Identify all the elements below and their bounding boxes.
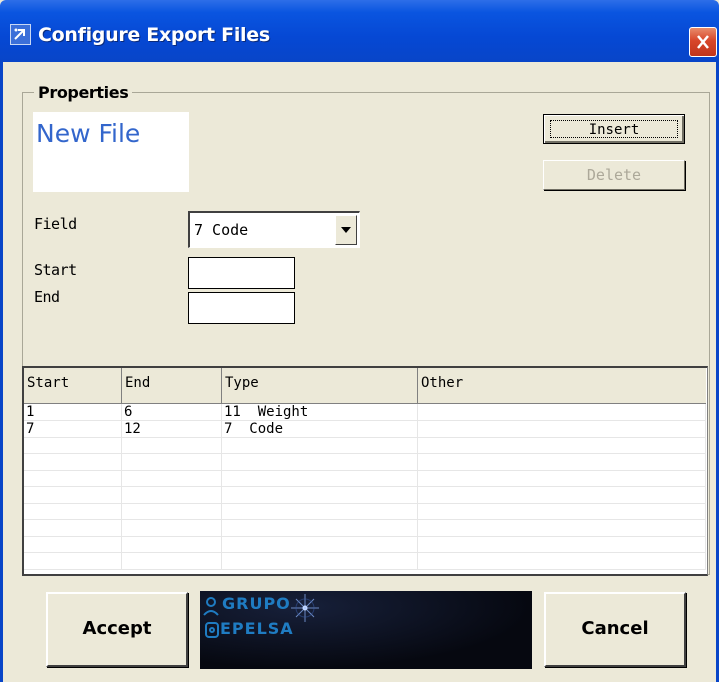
cell-start[interactable]: 1	[24, 404, 122, 420]
table-row[interactable]	[24, 536, 706, 553]
cell-other[interactable]	[418, 437, 706, 453]
field-select-dropdown-button[interactable]	[335, 215, 357, 245]
table-header: Start End Type Other	[24, 368, 708, 404]
cell-other[interactable]	[418, 503, 706, 519]
delete-button[interactable]: Delete	[543, 160, 685, 190]
column-header-type[interactable]: Type	[222, 368, 418, 403]
column-header-other[interactable]: Other	[418, 368, 708, 403]
start-label: Start	[34, 261, 77, 279]
column-header-end[interactable]: End	[122, 368, 222, 403]
end-input[interactable]	[188, 292, 295, 324]
cell-other[interactable]	[418, 519, 706, 536]
cell-other[interactable]	[418, 404, 706, 420]
field-label: Field	[34, 215, 77, 233]
cell-type[interactable]	[222, 503, 418, 519]
cell-other[interactable]	[418, 420, 706, 437]
close-button[interactable]	[689, 27, 717, 57]
table-row[interactable]: 7 12 7 Code	[24, 420, 706, 438]
cell-end[interactable]	[122, 519, 222, 536]
cell-type[interactable]	[222, 486, 418, 503]
cell-type[interactable]	[222, 536, 418, 552]
table-row[interactable]	[24, 519, 706, 537]
accept-button[interactable]: Accept	[46, 592, 188, 667]
field-select-value: 7 Code	[194, 221, 249, 239]
cell-end[interactable]	[122, 536, 222, 552]
insert-button-label: Insert	[588, 122, 640, 138]
grupo-epelsa-logo: GRUPO EPELSA	[200, 591, 532, 669]
cell-end[interactable]	[122, 552, 222, 569]
cell-type[interactable]: 11 Weight	[222, 404, 418, 420]
fields-table[interactable]: Start End Type Other 1 6 11 Weight 7 12 7 Cod…	[22, 366, 708, 576]
window-title: Configure Export Files	[38, 24, 270, 46]
cell-other[interactable]	[418, 453, 706, 470]
table-row[interactable]	[24, 437, 706, 454]
cell-start[interactable]	[24, 503, 122, 519]
table-row[interactable]	[24, 503, 706, 520]
start-input[interactable]	[188, 257, 295, 289]
cell-end[interactable]	[122, 486, 222, 503]
insert-button[interactable]: Insert	[543, 114, 685, 144]
chevron-down-icon	[341, 227, 351, 233]
properties-legend: Properties	[34, 83, 133, 102]
cell-start[interactable]	[24, 536, 122, 552]
table-row[interactable]	[24, 470, 706, 487]
end-label: End	[34, 288, 60, 306]
cell-type[interactable]	[222, 453, 418, 470]
table-row[interactable]: 1 6 11 Weight	[24, 404, 706, 421]
cell-end[interactable]	[122, 453, 222, 470]
cell-start[interactable]	[24, 453, 122, 470]
cancel-button[interactable]: Cancel	[544, 592, 686, 667]
cell-type[interactable]	[222, 470, 418, 486]
cell-type[interactable]	[222, 519, 418, 536]
cell-end[interactable]	[122, 503, 222, 519]
cell-start[interactable]	[24, 486, 122, 503]
cell-end[interactable]: 12	[122, 420, 222, 437]
cell-start[interactable]	[24, 552, 122, 569]
cell-type[interactable]	[222, 552, 418, 569]
cell-other[interactable]	[418, 486, 706, 503]
field-select[interactable]: 7 Code	[188, 211, 360, 248]
cell-other[interactable]	[418, 470, 706, 486]
cell-other[interactable]	[418, 536, 706, 552]
cell-end[interactable]	[122, 437, 222, 453]
column-header-start[interactable]: Start	[24, 368, 122, 403]
cell-other[interactable]	[418, 552, 706, 569]
logo-text-grupo: GRUPO	[222, 594, 291, 613]
file-name-label: New File	[36, 119, 141, 148]
cell-end[interactable]: 6	[122, 404, 222, 420]
cell-type[interactable]	[222, 437, 418, 453]
title-bar: Configure Export Files	[0, 0, 719, 62]
table-row[interactable]	[24, 486, 706, 504]
cell-start[interactable]	[24, 437, 122, 453]
cell-end[interactable]	[122, 470, 222, 486]
close-icon	[697, 35, 709, 49]
table-row[interactable]	[24, 453, 706, 471]
cell-type[interactable]: 7 Code	[222, 420, 418, 437]
logo-text-epelsa: EPELSA	[220, 619, 294, 638]
cell-start[interactable]	[24, 470, 122, 486]
table-row[interactable]	[24, 552, 706, 570]
delete-button-label: Delete	[586, 166, 642, 184]
cell-start[interactable]	[24, 519, 122, 536]
app-icon[interactable]	[10, 24, 31, 45]
cell-start[interactable]: 7	[24, 420, 122, 437]
